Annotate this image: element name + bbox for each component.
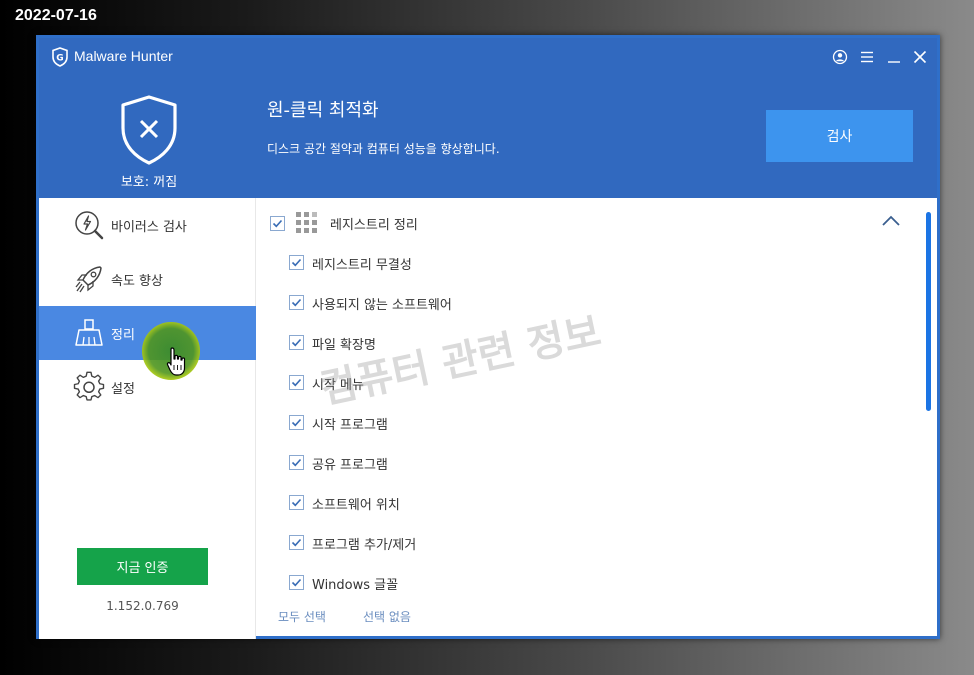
gear-icon (73, 371, 105, 401)
sidebar-item-label: 속도 향상 (111, 274, 163, 289)
checkmark-icon (291, 498, 302, 507)
checkmark-icon (291, 578, 302, 587)
select-all-link[interactable]: 모두 선택 (278, 608, 326, 625)
virus-scan-icon (75, 211, 104, 240)
sidebar-item-label: 바이러스 검사 (111, 220, 187, 235)
sidebar-item-label: 정리 (111, 328, 135, 343)
account-icon[interactable] (832, 49, 848, 65)
section-title: 레지스트리 정리 (330, 218, 418, 233)
item-label: 소프트웨어 위치 (312, 498, 400, 513)
item-label: 시작 프로그램 (312, 418, 388, 433)
item-checkbox[interactable] (289, 455, 304, 470)
select-none-link[interactable]: 선택 없음 (363, 608, 411, 625)
menu-icon[interactable] (859, 49, 875, 65)
minimize-icon[interactable] (886, 49, 902, 65)
app-logo-icon: G (52, 47, 68, 67)
protection-status: 보호: 꺼짐 (120, 175, 178, 190)
registry-grid-icon (296, 212, 317, 233)
page-headline: 원-클릭 최적화 (267, 100, 379, 121)
sidebar: 바이러스 검사 속도 향상 정리 설정 지금 인증 1.152.0.769 (39, 198, 256, 639)
item-label: Windows 글꼴 (312, 578, 399, 593)
sidebar-item-virus-scan[interactable]: 바이러스 검사 (39, 198, 256, 252)
close-icon[interactable] (912, 49, 928, 65)
checkmark-icon (291, 418, 302, 427)
title-bar: G Malware Hunter (39, 38, 937, 76)
item-checkbox[interactable] (289, 495, 304, 510)
item-label: 사용되지 않는 소프트웨어 (312, 298, 452, 313)
sidebar-item-speed-up[interactable]: 속도 향상 (39, 252, 256, 306)
item-label: 파일 확장명 (312, 338, 376, 353)
item-checkbox[interactable] (289, 375, 304, 390)
page-subline: 디스크 공간 절약과 컴퓨터 성능을 향상합니다. (267, 142, 500, 156)
app-window: G Malware Hunter 보호: 꺼짐 원-클릭 최적화 디스크 공간 … (36, 35, 940, 639)
item-checkbox[interactable] (289, 335, 304, 350)
item-label: 시작 메뉴 (312, 378, 364, 393)
watermark-text: 컴퓨터 관련 정보 (316, 308, 605, 414)
scrollbar-thumb[interactable] (926, 212, 931, 411)
item-label: 레지스트리 무결성 (312, 258, 412, 273)
section-checkbox[interactable] (270, 216, 285, 231)
broom-icon (75, 319, 103, 346)
scan-button[interactable]: 검사 (766, 110, 913, 162)
checkmark-icon (291, 338, 302, 347)
cleanup-panel: 레지스트리 정리 레지스트리 무결성사용되지 않는 소프트웨어파일 확장명시작 … (257, 198, 937, 639)
checkmark-icon (291, 378, 302, 387)
date-stamp: 2022-07-16 (15, 7, 97, 24)
item-checkbox[interactable] (289, 575, 304, 590)
item-checkbox[interactable] (289, 535, 304, 550)
item-label: 프로그램 추가/제거 (312, 538, 417, 553)
sidebar-item-label: 설정 (111, 382, 135, 397)
hand-cursor-icon (166, 347, 186, 376)
shield-off-icon (121, 95, 177, 165)
item-checkbox[interactable] (289, 415, 304, 430)
svg-text:G: G (56, 54, 63, 64)
checkmark-icon (291, 458, 302, 467)
checkmark-icon (291, 538, 302, 547)
header: G Malware Hunter 보호: 꺼짐 원-클릭 최적화 디스크 공간 … (39, 38, 937, 198)
checkmark-icon (291, 298, 302, 307)
item-checkbox[interactable] (289, 295, 304, 310)
item-checkbox[interactable] (289, 255, 304, 270)
activate-now-button[interactable]: 지금 인증 (77, 548, 208, 585)
version-label: 1.152.0.769 (106, 599, 179, 613)
app-title: Malware Hunter (74, 48, 173, 64)
chevron-up-icon[interactable] (881, 214, 901, 228)
item-label: 공유 프로그램 (312, 458, 388, 473)
rocket-icon (75, 266, 102, 293)
checkmark-icon (291, 258, 302, 267)
